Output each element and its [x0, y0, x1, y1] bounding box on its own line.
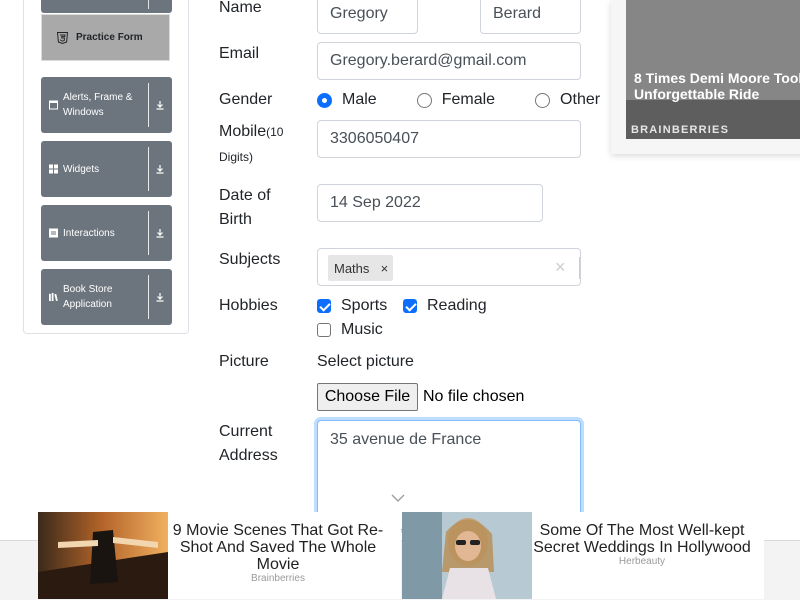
- subject-chip: Maths ×: [328, 255, 394, 281]
- ad-image[interactable]: 8 Times Demi Moore Took Unforgettable Ri…: [626, 0, 800, 139]
- gender-option-female[interactable]: Female: [416, 91, 495, 109]
- bottom-ad-1-source: Brainberries: [251, 573, 305, 584]
- mobile-label-text: Mobile: [219, 123, 267, 140]
- clear-icon[interactable]: ×: [555, 258, 566, 276]
- email-input[interactable]: Gregory.berard@gmail.com: [317, 42, 581, 80]
- dob-label-line2: Birth: [219, 211, 252, 228]
- subjects-label: Subjects: [219, 251, 281, 268]
- sidebar-item-practice-form[interactable]: Practice Form: [41, 14, 170, 61]
- sidebar-group-forms-collapsed-header[interactable]: [41, 0, 172, 13]
- divider: [579, 257, 580, 279]
- dob-label-line1: Date of: [219, 187, 271, 204]
- mobile-hint: (10: [266, 125, 284, 139]
- ad-thumbnail[interactable]: [38, 512, 168, 599]
- hobby-sports-checkbox[interactable]: [317, 299, 331, 313]
- gender-other-label[interactable]: Other: [560, 91, 600, 109]
- gender-female-radio[interactable]: [416, 92, 432, 108]
- sidebar-ad-card[interactable]: 8 Times Demi Moore Took Unforgettable Ri…: [611, 0, 800, 154]
- divider: [148, 275, 149, 319]
- subjects-input[interactable]: Maths × ×: [317, 248, 581, 286]
- download-arrow-icon: [154, 163, 166, 175]
- hobby-music-checkbox[interactable]: [317, 323, 331, 337]
- hobby-music-label[interactable]: Music: [341, 321, 383, 339]
- divider: [148, 147, 149, 191]
- chevron-down-icon[interactable]: [390, 492, 406, 504]
- sidebar-item-label: Practice Form: [76, 32, 143, 43]
- sidebar-group-label: Book Store Application: [63, 284, 113, 310]
- gender-option-male[interactable]: Male: [317, 91, 377, 109]
- sidebar-group-interactions[interactable]: Interactions: [41, 205, 172, 261]
- file-status-text: No file chosen: [423, 388, 525, 405]
- gender-male-radio[interactable]: [317, 92, 332, 108]
- window-icon: [49, 100, 58, 110]
- mobile-label: Mobile(10: [219, 120, 283, 144]
- sidebar-group-book-store-application[interactable]: Book Store Application: [41, 269, 172, 325]
- address-label-line2: Address: [219, 447, 278, 464]
- hobbies-label: Hobbies: [219, 297, 278, 314]
- sidebar-group-label: Alerts, Frame & Windows: [63, 92, 133, 118]
- ad-thumbnail[interactable]: [402, 512, 532, 599]
- email-label: Email: [219, 45, 260, 62]
- chip-remove-icon[interactable]: ×: [375, 261, 393, 276]
- divider: [148, 211, 149, 255]
- widgets-icon: [49, 164, 58, 174]
- bottom-ad-2-title[interactable]: Some Of The Most Well-kept Secret Weddin…: [532, 522, 752, 556]
- hobby-sports[interactable]: Sports: [317, 294, 387, 318]
- bottom-ad-2[interactable]: Some Of The Most Well-kept Secret Weddin…: [402, 512, 764, 599]
- download-arrow-icon: [154, 291, 166, 303]
- gender-male-label[interactable]: Male: [342, 91, 377, 109]
- name-label: Name: [219, 0, 262, 16]
- gender-other-radio[interactable]: [535, 92, 551, 108]
- divider: [148, 83, 149, 127]
- hobby-reading-label[interactable]: Reading: [427, 297, 487, 315]
- interactions-icon: [49, 228, 58, 238]
- hobby-reading[interactable]: Reading: [403, 294, 487, 318]
- date-of-birth-input[interactable]: 14 Sep 2022: [317, 184, 543, 222]
- gender-options: Male Female Other: [317, 88, 600, 112]
- sidebar-group-label: Widgets: [63, 163, 100, 175]
- mobile-hint-digits: Digits): [219, 150, 254, 164]
- bottom-ad-2-source: Herbeauty: [618, 556, 666, 567]
- address-label-line1: Current: [219, 423, 273, 440]
- hobby-sports-label[interactable]: Sports: [341, 297, 387, 315]
- mobile-input[interactable]: 3306050407: [317, 120, 581, 158]
- last-name-input[interactable]: Berard: [480, 0, 581, 34]
- bottom-ad-1-title[interactable]: 9 Movie Scenes That Got Re-Shot And Save…: [172, 522, 384, 573]
- hobby-reading-checkbox[interactable]: [403, 299, 417, 313]
- gender-option-other[interactable]: Other: [535, 91, 600, 109]
- sidebar-group-label: Interactions: [63, 227, 115, 239]
- first-name-input[interactable]: Gregory: [317, 0, 418, 34]
- book-icon: [49, 292, 58, 302]
- hobby-music[interactable]: Music: [317, 318, 383, 342]
- subject-chip-label: Maths: [334, 260, 370, 276]
- gender-label: Gender: [219, 91, 273, 108]
- gender-female-label[interactable]: Female: [442, 91, 495, 109]
- bottom-ad-1[interactable]: 9 Movie Scenes That Got Re-Shot And Save…: [38, 512, 401, 599]
- picture-label: Picture: [219, 353, 269, 370]
- divider: [148, 0, 149, 9]
- download-arrow-icon: [154, 99, 166, 111]
- sidebar-group-widgets[interactable]: Widgets: [41, 141, 172, 197]
- html-shield-icon: [56, 31, 68, 44]
- sidebar: Practice Form Alerts, Frame & Windows Wi…: [23, 0, 189, 334]
- select-picture-label: Select picture: [317, 353, 414, 370]
- download-arrow-icon: [154, 227, 166, 239]
- ad-title[interactable]: 8 Times Demi Moore Took Unforgettable Ri…: [634, 70, 800, 102]
- sidebar-group-alerts-frame-windows[interactable]: Alerts, Frame & Windows: [41, 77, 172, 133]
- choose-file-button[interactable]: Choose File: [317, 383, 418, 411]
- ad-brand: BRAINBERRIES: [631, 124, 730, 136]
